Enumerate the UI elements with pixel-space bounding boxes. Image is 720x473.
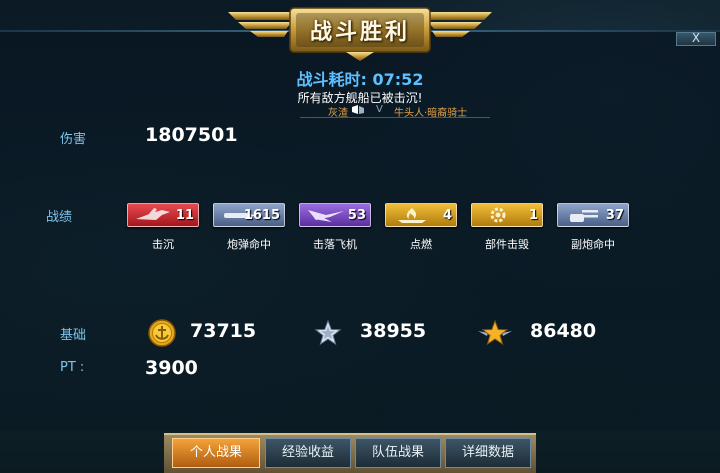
badge-count: 11 (175, 208, 194, 223)
experience-value: 38955 (360, 320, 427, 342)
badge-caption: 点燃 (410, 238, 432, 251)
versus-label: V (376, 104, 383, 115)
badge-caption: 炮弹命中 (227, 238, 271, 251)
fire-icon (398, 208, 426, 223)
pt-value: 3900 (145, 357, 198, 379)
battle-duration: 战斗耗时: 07:52 (296, 70, 424, 89)
right-player-name: 牛头人·暗裔骑士 (394, 108, 468, 119)
plane-sunk-icon (136, 208, 170, 220)
victory-title: 战斗胜利 (309, 20, 410, 45)
badge-count: 1615 (243, 208, 280, 223)
badge-modules-destroyed: 1 (471, 203, 543, 227)
badge-aircraft-downed: 53 (299, 203, 371, 227)
free-exp-winged-star-icon (478, 319, 512, 346)
turret-icon (570, 210, 598, 222)
base-rewards-label: 基础 (60, 328, 87, 343)
badge-count: 4 (442, 208, 452, 223)
badge-sunk: 11 (127, 203, 199, 227)
left-player-name: 灰渣 (328, 108, 348, 119)
tab-detailed-data[interactable]: 详细数据 (445, 438, 531, 468)
tab-team-results[interactable]: 队伍战果 (355, 438, 441, 468)
badge-count: 1 (528, 208, 538, 223)
credits-coin-icon (148, 319, 176, 347)
damage-label: 伤害 (60, 132, 87, 147)
damage-value: 1807501 (145, 124, 238, 146)
badge-fires: 4 (385, 203, 457, 227)
credits-value: 73715 (190, 320, 257, 342)
pt-label: PT : (60, 360, 85, 375)
tab-experience-income[interactable]: 经验收益 (265, 438, 351, 468)
achievements-label: 战绩 (46, 210, 73, 225)
free-exp-value: 86480 (530, 320, 597, 342)
badge-count: 37 (605, 208, 624, 223)
badge-caption: 副炮命中 (571, 238, 615, 251)
close-button[interactable]: X (676, 32, 716, 46)
rank-icon (352, 105, 364, 117)
gear-icon (490, 207, 506, 223)
badge-count: 53 (347, 208, 366, 223)
matchup-line: 灰渣 V 牛头人·暗裔骑士 (300, 104, 490, 119)
badge-secondary-hits: 37 (557, 203, 629, 227)
badge-caption: 部件击毁 (485, 238, 529, 251)
badge-caption: 击落飞机 (313, 238, 357, 251)
badge-shell-hits: 1615 (213, 203, 285, 227)
tab-personal-results[interactable]: 个人战果 (172, 438, 260, 468)
experience-star-icon (314, 319, 342, 346)
aircraft-icon (308, 210, 344, 222)
badge-caption: 击沉 (152, 238, 174, 251)
